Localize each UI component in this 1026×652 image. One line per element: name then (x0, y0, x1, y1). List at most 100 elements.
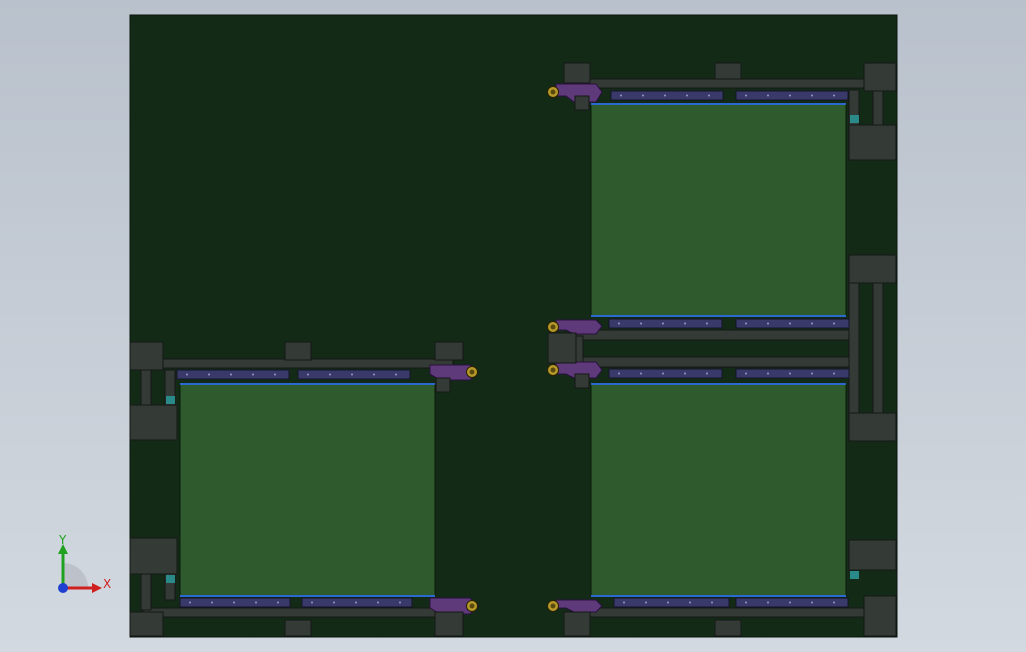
rail (610, 90, 724, 101)
rail-bolt (833, 372, 835, 375)
rail-bolt (789, 94, 791, 97)
screw-hole (550, 89, 556, 95)
rail-bolt (399, 601, 401, 604)
mount-block (563, 62, 591, 84)
mount-block (129, 341, 164, 371)
pcb-panel (179, 383, 436, 597)
rail-bolt (640, 322, 642, 325)
mount-block (574, 373, 590, 389)
rail-bolt (767, 322, 769, 325)
mount-block (284, 341, 312, 361)
rail-bolt (329, 373, 331, 376)
rail-bolt (745, 372, 747, 375)
rail-bolt (789, 372, 791, 375)
rail-bolt (211, 601, 213, 604)
rail-bolt (233, 601, 235, 604)
rail-bolt (811, 322, 813, 325)
rail-bolt (333, 601, 335, 604)
rail-bolt (767, 601, 769, 604)
mount-block (435, 377, 451, 393)
rail (735, 318, 850, 329)
rail-bolt (662, 322, 664, 325)
mount-block (863, 62, 897, 92)
rail-bolt (620, 94, 622, 97)
rail-bolt (186, 373, 188, 376)
mount-block (848, 412, 897, 442)
sensor (850, 571, 859, 579)
mount-block (284, 619, 312, 637)
rail-bolt (789, 322, 791, 325)
rail (735, 90, 849, 101)
rail-bolt (811, 94, 813, 97)
rail-bolt (311, 601, 313, 604)
rail-bolt (706, 322, 708, 325)
rail-bolt (745, 322, 747, 325)
rail-bolt (377, 601, 379, 604)
rail (608, 318, 723, 329)
frame-bar (848, 269, 860, 421)
rail-bolt (767, 94, 769, 97)
rail-bolt (811, 601, 813, 604)
rail-bolt (618, 322, 620, 325)
pcb-panel (590, 383, 847, 597)
rail (608, 368, 723, 379)
sensor (166, 396, 175, 404)
rail-bolt (833, 601, 835, 604)
mount-block (848, 539, 897, 571)
rail-bolt (706, 372, 708, 375)
rail-bolt (833, 94, 835, 97)
graphics-viewport[interactable]: Y X (0, 0, 1026, 652)
frame-bar (572, 78, 884, 89)
rail-bolt (684, 372, 686, 375)
rail-bolt (252, 373, 254, 376)
rail-bolt (277, 601, 279, 604)
sensor (850, 115, 859, 123)
rail-bolt (230, 373, 232, 376)
rail-bolt (708, 94, 710, 97)
y-axis-label: Y (58, 533, 67, 547)
mount-block (563, 611, 591, 637)
rail-bolt (307, 373, 309, 376)
rail-bolt (711, 601, 713, 604)
rail-bolt (833, 322, 835, 325)
rail-bolt (745, 601, 747, 604)
rail-bolt (355, 601, 357, 604)
rail-bolt (623, 601, 625, 604)
screw-hole (550, 603, 556, 609)
rail (735, 368, 850, 379)
rail-bolt (645, 601, 647, 604)
rail-bolt (662, 372, 664, 375)
screw-hole (469, 603, 475, 609)
rail-bolt (789, 601, 791, 604)
x-axis-label: X (103, 577, 111, 591)
rail-bolt (640, 372, 642, 375)
rail-bolt (618, 372, 620, 375)
mount-block (547, 332, 577, 364)
mount-block (574, 95, 590, 111)
rail-bolt (189, 601, 191, 604)
rail-bolt (811, 372, 813, 375)
screw-hole (469, 369, 475, 375)
mount-block (129, 537, 178, 575)
z-axis-dot (58, 583, 68, 593)
screw-hole (550, 367, 556, 373)
rail-bolt (686, 94, 688, 97)
rail-bolt (642, 94, 644, 97)
frame-bar (572, 607, 884, 618)
rail-bolt (689, 601, 691, 604)
frame-bar (142, 607, 454, 618)
mount-block (863, 595, 897, 637)
rail (176, 369, 290, 380)
frame-bar (848, 89, 860, 131)
rail-bolt (664, 94, 666, 97)
sensor (166, 575, 175, 583)
rail-bolt (684, 322, 686, 325)
fixture-assembly-bottom-left[interactable] (129, 341, 479, 637)
mount-block (714, 62, 742, 80)
pcb-panel (590, 103, 847, 317)
mount-block (848, 124, 897, 161)
mount-block (129, 611, 164, 637)
rail-bolt (745, 94, 747, 97)
rail-bolt (767, 372, 769, 375)
rail-bolt (351, 373, 353, 376)
